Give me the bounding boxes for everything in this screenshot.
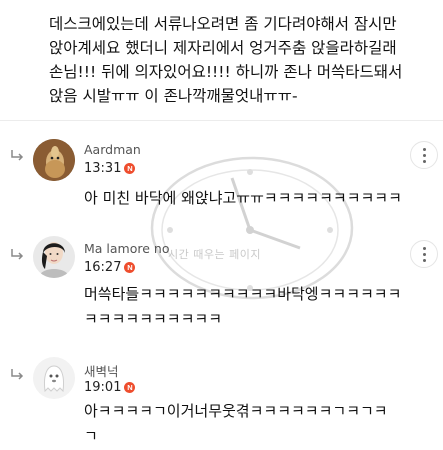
watermark-text: 시간 때우는 페이지 (168, 248, 261, 261)
comment-time: 19:01 N (84, 380, 136, 395)
new-badge: N (124, 163, 136, 174)
post-line: 손님!!! 뒤에 의자있어요!!!! 하니까 존나 머쓱타드돼서 (49, 63, 403, 81)
comment-text: 머쓱타들ㅋㅋㅋㅋㅋㅋㅋㅋㅋㅋ바닥엥ㅋㅋㅋㅋㅋㅋ ㅋㅋㅋㅋㅋㅋㅋㅋㅋㅋ (84, 282, 401, 332)
new-badge: N (124, 262, 136, 273)
comment-time: 13:31 N (84, 161, 136, 176)
divider (0, 120, 443, 121)
comment-text: 아 미친 바닥에 왜앉냐고ㅠㅠㅋㅋㅋㅋㅋㅋㅋㅋㅋㅋ (84, 186, 402, 211)
post-text: 데스크에있는데 서류나오려면 좀 기다려야해서 잠시만 앉아계세요 했더니 제자… (49, 12, 429, 108)
comment-time-value: 19:01 (84, 380, 122, 395)
post-line: 데스크에있는데 서류나오려면 좀 기다려야해서 잠시만 (49, 15, 397, 33)
comment-line: 아ㅋㅋㅋㅋㄱ이거너무웃겪ㅋㅋㅋㅋㅋㅋㄱㅋㄱㅋ (84, 402, 388, 420)
reply-arrow-icon (10, 248, 24, 260)
reply-arrow-icon (10, 149, 24, 161)
comment-time-value: 13:31 (84, 161, 122, 176)
comment-line: ㄱ (84, 427, 98, 445)
more-options-button[interactable] (410, 141, 438, 169)
comment-line: ㅋㅋㅋㅋㅋㅋㅋㅋㅋㅋ (84, 310, 223, 328)
comment-author[interactable]: Ma lamore no (84, 241, 169, 256)
kebab-icon (422, 245, 426, 263)
kebab-icon (422, 146, 426, 164)
post-line: 앉아계세요 했더니 제자리에서 엉거주춤 앉을라하길래 (49, 39, 397, 57)
new-badge: N (124, 382, 136, 393)
comment-time: 16:27 N (84, 260, 136, 275)
more-options-button[interactable] (410, 240, 438, 268)
comment-line: 머쓱타들ㅋㅋㅋㅋㅋㅋㅋㅋㅋㅋ바닥엥ㅋㅋㅋㅋㅋㅋ (84, 285, 402, 303)
comment-line: 아 미친 바닥에 왜앉냐고ㅠㅠㅋㅋㅋㅋㅋㅋㅋㅋㅋㅋ (84, 189, 402, 207)
avatar[interactable] (33, 139, 75, 181)
comment-author[interactable]: Aardman (84, 142, 141, 157)
comment-text: 아ㅋㅋㅋㅋㄱ이거너무웃겪ㅋㅋㅋㅋㅋㅋㄱㅋㄱㅋ ㄱ (84, 399, 388, 449)
avatar[interactable] (33, 236, 75, 278)
comment-author[interactable]: 새벽넉 (84, 361, 119, 380)
reply-arrow-icon (10, 368, 24, 380)
post-line: 앉음 시발ㅠㅠ 이 존나깍깨물엇내ㅠㅠ- (49, 87, 298, 105)
comment-time-value: 16:27 (84, 260, 122, 275)
avatar[interactable] (33, 357, 75, 399)
